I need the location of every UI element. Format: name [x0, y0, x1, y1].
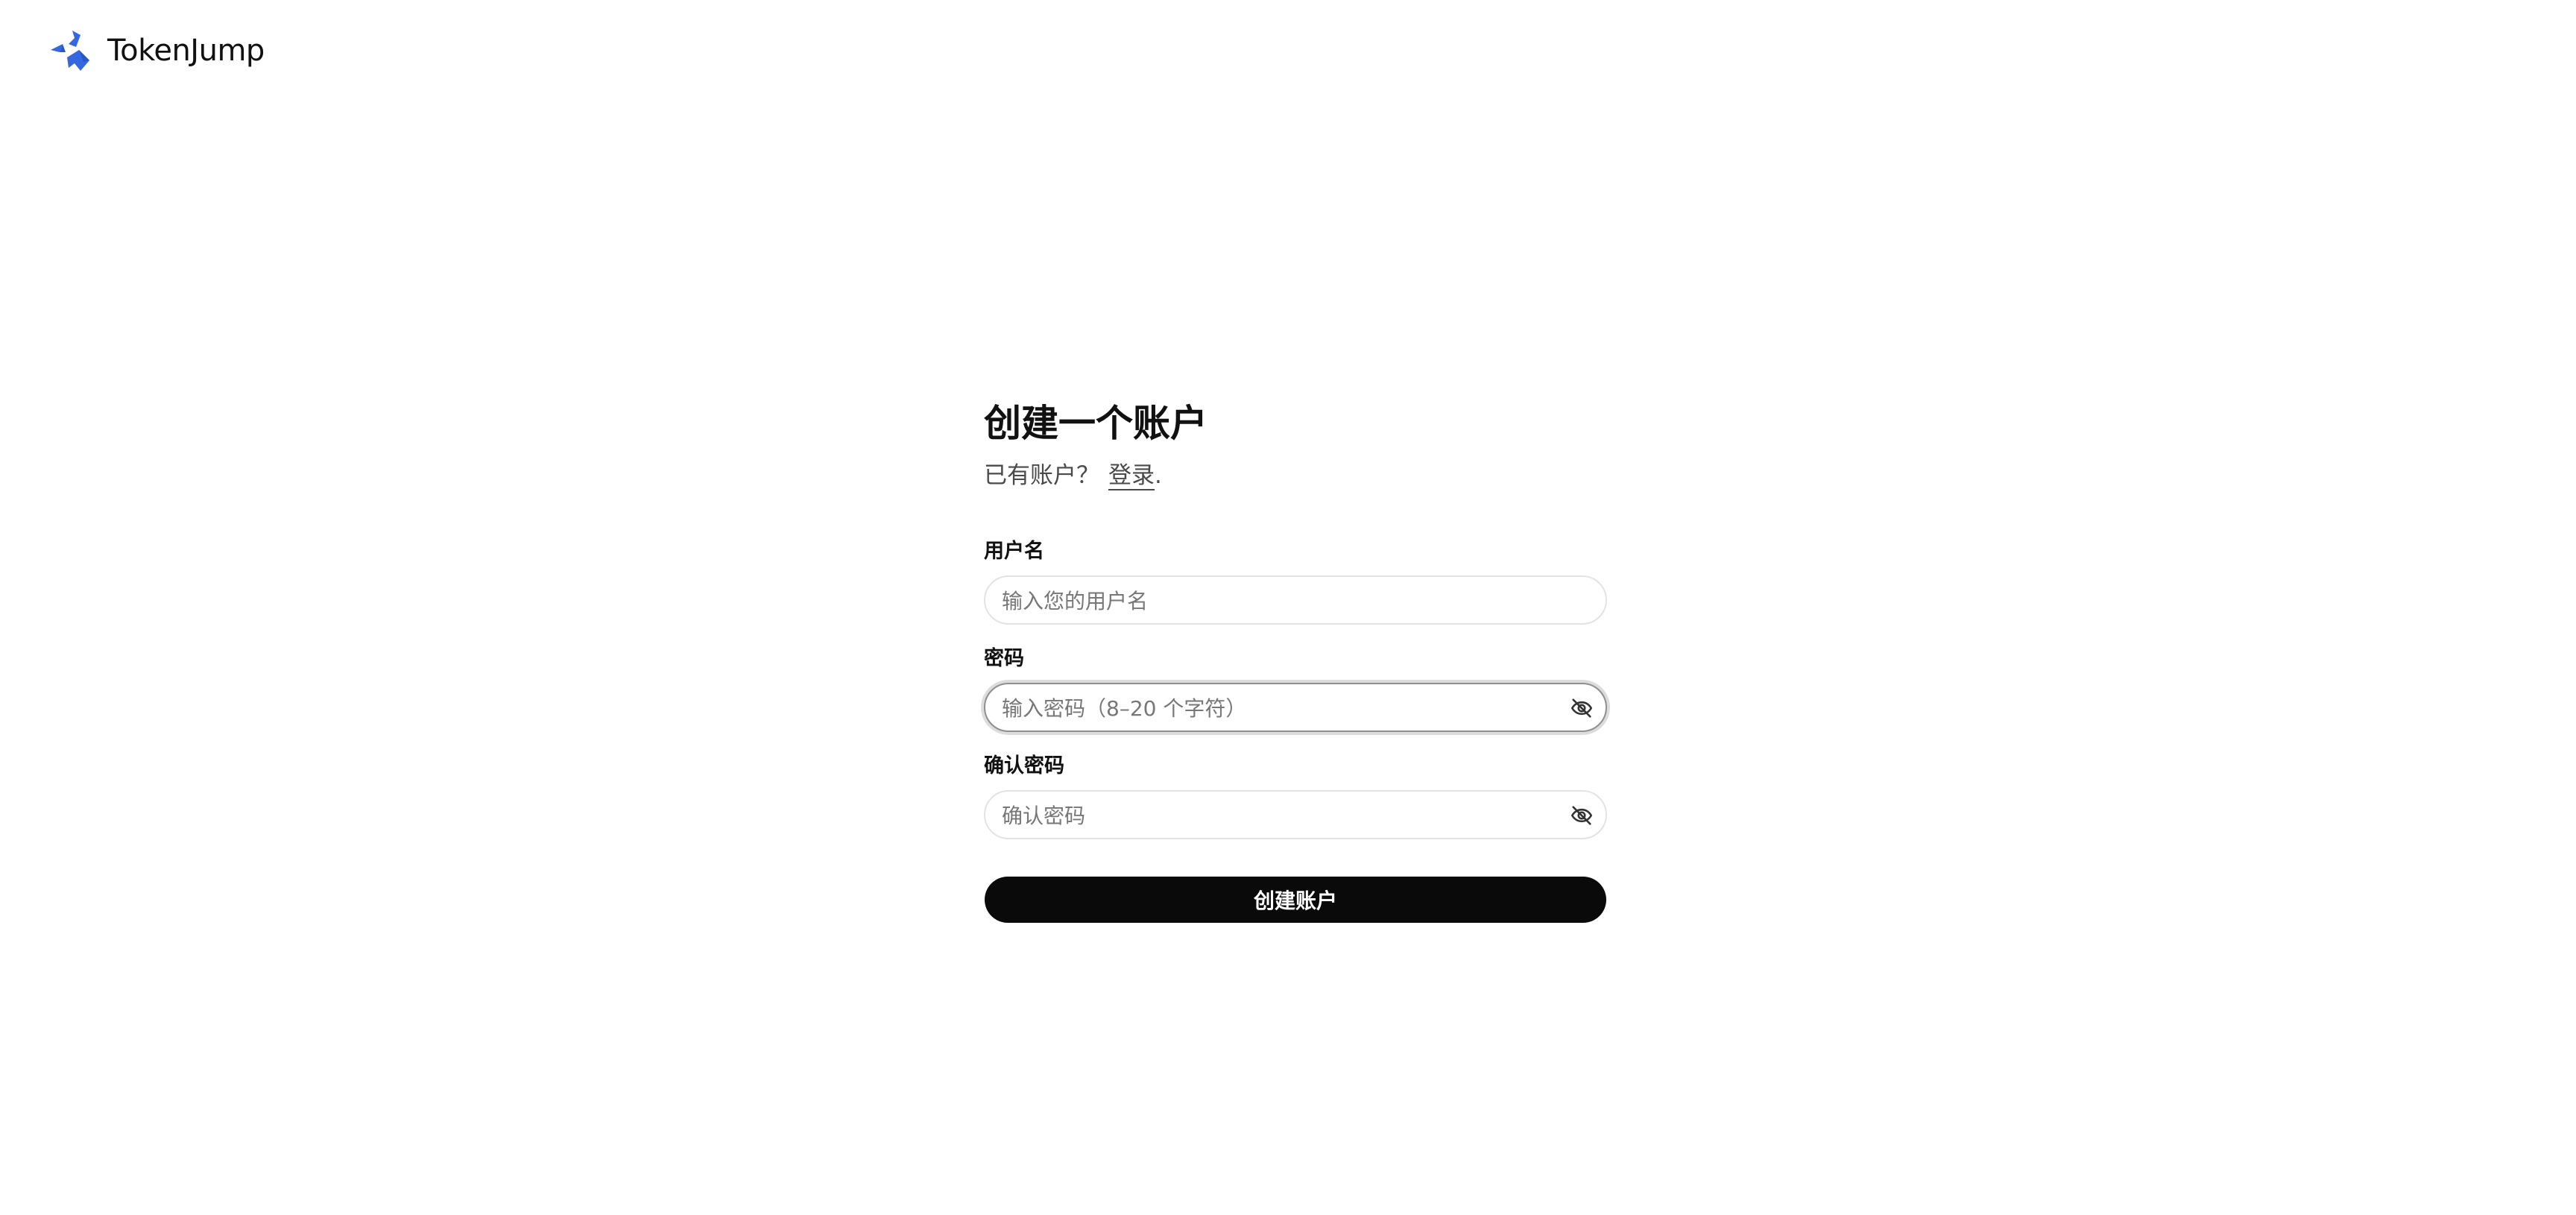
password-visibility-toggle[interactable]	[1568, 695, 1595, 722]
login-link[interactable]: 登录	[1108, 462, 1155, 489]
confirm-password-input-box[interactable]	[984, 790, 1607, 839]
username-input[interactable]	[1000, 577, 1570, 625]
eye-off-icon	[1570, 698, 1593, 718]
username-input-box[interactable]	[984, 575, 1607, 625]
login-prompt: 已有账户？ 登录.	[984, 458, 1607, 493]
confirm-password-input[interactable]	[1000, 792, 1570, 839]
brand-name: TokenJump	[107, 34, 265, 68]
confirm-password-label: 确认密码	[984, 754, 1064, 777]
login-prompt-suffix: .	[1155, 462, 1162, 489]
page-title: 创建一个账户	[984, 402, 1208, 445]
password-input[interactable]	[1000, 684, 1570, 732]
signup-form: 创建一个账户 已有账户？ 登录. 用户名 密码	[984, 395, 1607, 923]
password-label: 密码	[984, 647, 1024, 670]
create-account-button[interactable]: 创建账户	[985, 877, 1606, 923]
tokenjump-logo-icon	[51, 31, 89, 71]
eye-off-icon	[1570, 806, 1593, 825]
username-field-group: 用户名	[984, 538, 1607, 625]
confirm-password-visibility-toggle[interactable]	[1568, 802, 1595, 829]
signup-page: TokenJump 创建一个账户 已有账户？ 登录. 用户名 密码	[0, 0, 2576, 1215]
password-input-box[interactable]	[984, 683, 1607, 732]
confirm-password-field-group: 确认密码	[984, 753, 1607, 839]
login-prompt-text: 已有账户？	[984, 462, 1099, 489]
password-field-group: 密码	[984, 646, 1607, 732]
username-label: 用户名	[984, 540, 1044, 563]
brand[interactable]: TokenJump	[48, 27, 265, 75]
